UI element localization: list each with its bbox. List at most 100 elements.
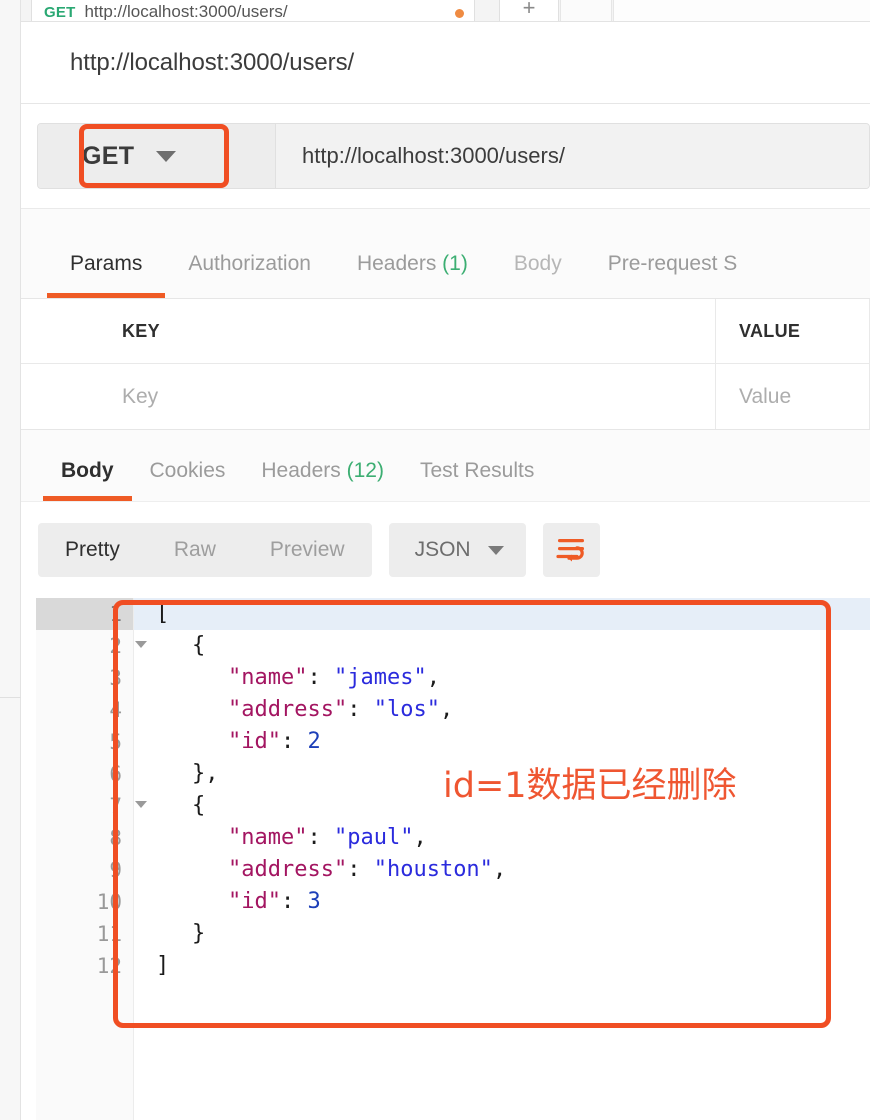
code-line: ] <box>134 950 870 982</box>
code-token-s: "paul" <box>333 825 414 850</box>
request-tab-strip: GET http://localhost:3000/users/ + <box>21 0 870 22</box>
code-content[interactable]: [{"name": "james", "address": "los", "id":… <box>134 598 870 1120</box>
params-header-value-cell: VALUE <box>716 299 870 363</box>
code-token-p: [ <box>156 601 170 626</box>
http-method-selector[interactable]: GET <box>38 124 276 188</box>
annotation-note-text: id=1数据已经删除 <box>443 766 737 806</box>
params-key-input[interactable]: Key <box>99 364 716 429</box>
params-key-placeholder: Key <box>122 384 159 408</box>
tab-pre-request-script-label: Pre-request S <box>607 252 738 275</box>
code-token-n: 2 <box>307 729 321 754</box>
response-tab-cookies[interactable]: Cookies <box>132 459 244 501</box>
tab-params-label: Params <box>70 252 143 275</box>
body-view-raw[interactable]: Raw <box>147 538 243 562</box>
url-input-group: GET http://localhost:3000/users/ <box>37 123 870 189</box>
code-token-p: : <box>347 697 374 722</box>
code-token-k: "id" <box>228 729 281 754</box>
line-number: 1 <box>36 598 133 630</box>
code-token-k: "address" <box>228 857 348 882</box>
response-tab-body[interactable]: Body <box>43 459 132 501</box>
response-tab-test-results-label: Test Results <box>419 459 535 482</box>
code-token-k: "address" <box>228 697 348 722</box>
tab-body[interactable]: Body <box>491 252 585 298</box>
tab-headers[interactable]: Headers (1) <box>334 252 491 298</box>
body-format-selector[interactable]: JSON <box>388 523 526 577</box>
tab-authorization[interactable]: Authorization <box>165 252 334 298</box>
line-number: 11 <box>96 922 122 946</box>
line-number: 4 <box>109 698 122 722</box>
body-view-pretty[interactable]: Pretty <box>38 538 147 562</box>
code-line: "id": 2 <box>134 726 870 758</box>
code-token-k: "name" <box>228 825 308 850</box>
response-tab-body-label: Body <box>61 459 114 482</box>
params-empty-row: Key Value <box>21 364 870 429</box>
page-title: http://localhost:3000/users/ <box>70 48 355 76</box>
params-key-header-label: KEY <box>122 320 160 341</box>
code-line: "address": "los", <box>134 694 870 726</box>
response-tab-headers-label: Headers <box>261 459 341 482</box>
word-wrap-button[interactable] <box>542 523 600 577</box>
line-number-gutter: 1 2 3 4 5 6 7 8 9 10 11 12 <box>36 598 147 1120</box>
code-token-p: : <box>307 825 334 850</box>
response-tab-headers-count: (12) <box>346 459 384 482</box>
params-header-row: KEY VALUE <box>21 299 870 364</box>
code-token-p: : <box>280 889 308 914</box>
body-view-switch: Pretty Raw Preview <box>38 523 372 577</box>
response-tab-cookies-label: Cookies <box>149 459 226 482</box>
postman-window: GET http://localhost:3000/users/ + http:… <box>0 0 870 1120</box>
tab-stub-1[interactable] <box>560 0 612 21</box>
code-token-s: "james" <box>333 665 427 690</box>
code-token-n: 3 <box>307 889 321 914</box>
params-value-placeholder: Value <box>739 384 792 408</box>
code-token-p: { <box>192 633 206 658</box>
left-rail <box>0 0 21 1120</box>
tab-params[interactable]: Params <box>47 252 166 298</box>
code-token-k: "name" <box>228 665 308 690</box>
code-token-p: : <box>307 665 334 690</box>
unsaved-dot-icon <box>455 9 464 18</box>
code-line: "name": "james", <box>134 662 870 694</box>
code-token-s: "houston" <box>373 857 493 882</box>
line-number: 7 <box>109 794 122 818</box>
code-line: { <box>134 630 870 662</box>
code-token-p: } <box>192 921 206 946</box>
code-line: } <box>134 918 870 950</box>
params-value-input[interactable]: Value <box>716 364 870 429</box>
request-tab-active[interactable]: GET http://localhost:3000/users/ <box>31 0 475 21</box>
tab-authorization-label: Authorization <box>188 252 311 275</box>
params-value-header-label: VALUE <box>739 320 801 341</box>
tab-headers-count: (1) <box>442 252 468 275</box>
code-line: "address": "houston", <box>134 854 870 886</box>
response-body-viewer[interactable]: 1 2 3 4 5 6 7 8 9 10 11 12 [{"name": "james", "addre… <box>21 598 870 1120</box>
code-token-p: { <box>192 793 206 818</box>
url-input[interactable]: http://localhost:3000/users/ <box>276 124 869 188</box>
code-token-p: : <box>347 857 374 882</box>
params-row-checkbox[interactable] <box>21 364 99 429</box>
code-token-p: , <box>439 697 454 722</box>
code-line: "id": 3 <box>134 886 870 918</box>
url-row: GET http://localhost:3000/users/ <box>21 104 870 208</box>
response-tab-test-results[interactable]: Test Results <box>402 459 552 501</box>
new-tab-button[interactable]: + <box>499 0 559 21</box>
response-tab-headers[interactable]: Headers (12) <box>243 459 402 501</box>
tab-pre-request-script[interactable]: Pre-request S <box>585 252 761 298</box>
body-view-preview[interactable]: Preview <box>243 538 372 562</box>
request-title-bar: http://localhost:3000/users/ <box>21 22 870 104</box>
line-number: 10 <box>96 890 122 914</box>
params-header-key-cell: KEY <box>99 299 716 363</box>
word-wrap-icon <box>556 539 585 562</box>
params-table: KEY VALUE Key Value <box>21 299 870 429</box>
tab-stub-2[interactable] <box>613 0 870 21</box>
code-token-p: ] <box>156 953 170 978</box>
chevron-down-icon <box>487 545 504 555</box>
response-body-toolbar: Pretty Raw Preview JSON <box>21 502 870 598</box>
code-line: "name": "paul", <box>134 822 870 854</box>
code-token-p: , <box>492 857 507 882</box>
tab-title-label: http://localhost:3000/users/ <box>84 3 288 20</box>
line-number: 2 <box>109 634 122 658</box>
line-number: 6 <box>109 762 122 786</box>
rail-divider <box>0 697 21 698</box>
tab-headers-label: Headers <box>356 252 437 275</box>
response-tabs: Body Cookies Headers (12) Test Results <box>21 429 870 502</box>
code-token-p: }, <box>192 761 219 786</box>
